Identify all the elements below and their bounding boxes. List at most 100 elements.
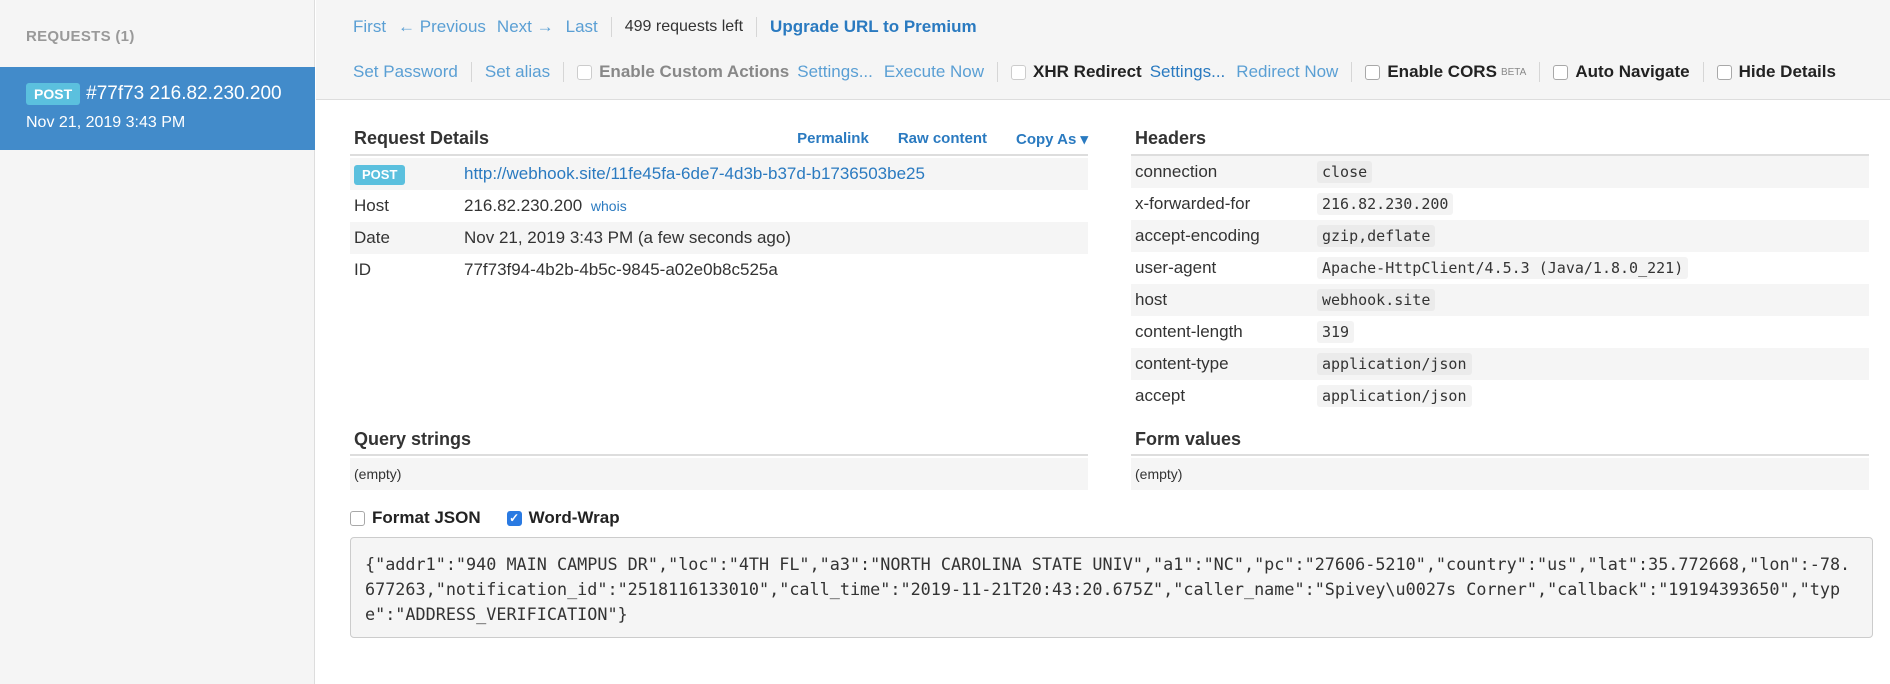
table-row: accept-encoding gzip,deflate	[1131, 220, 1869, 252]
request-actions: Permalink Raw content Copy As ▾	[768, 130, 1088, 148]
custom-actions-checkbox[interactable]	[577, 64, 593, 80]
date-label: Date	[354, 228, 390, 247]
cors-toggle[interactable]: Enable CORS BETA	[1365, 62, 1526, 82]
query-strings-title: Query strings	[354, 429, 472, 449]
table-row: host webhook.site	[1131, 284, 1869, 316]
header-key: user-agent	[1135, 258, 1217, 277]
header-key: accept	[1135, 386, 1186, 405]
id-value: 77f73f94-4b2b-4b5c-9845-a02e0b8c525a	[464, 260, 778, 279]
format-json-label: Format JSON	[372, 508, 481, 527]
header-value: application/json	[1317, 385, 1472, 407]
divider	[350, 454, 1088, 456]
request-details-table: POST http://webhook.site/11fe45fa-6de7-4…	[350, 158, 1088, 286]
header-key: x-forwarded-for	[1135, 194, 1251, 213]
custom-actions-settings-link[interactable]: Settings...	[797, 62, 873, 82]
word-wrap-toggle[interactable]: ✓ Word-Wrap	[506, 508, 620, 528]
hide-details-toggle[interactable]: Hide Details	[1716, 62, 1836, 82]
divider	[350, 154, 1088, 156]
query-strings-value: (empty)	[350, 458, 1088, 490]
request-body: {"addr1":"940 MAIN CAMPUS DR","loc":"4TH…	[350, 537, 1873, 638]
cors-label: Enable CORS	[1387, 62, 1497, 81]
header-key: host	[1135, 290, 1168, 309]
request-list-item[interactable]: POST #77f73 216.82.230.200 Nov 21, 2019 …	[0, 67, 315, 150]
request-details-title: Request Details	[354, 128, 490, 148]
word-wrap-checkbox[interactable]: ✓	[506, 510, 522, 526]
id-label: ID	[354, 260, 371, 279]
table-row: Host 216.82.230.200 whois	[350, 190, 1088, 222]
divider	[610, 17, 612, 37]
divider	[1539, 62, 1541, 82]
execute-now-link[interactable]: Execute Now	[884, 62, 984, 82]
table-row: POST http://webhook.site/11fe45fa-6de7-4…	[350, 158, 1088, 190]
next-link[interactable]: Next →	[497, 17, 554, 37]
format-options: Format JSON ✓ Word-Wrap	[350, 508, 646, 528]
last-link[interactable]: Last	[566, 17, 598, 37]
divider	[563, 62, 565, 82]
headers-table: connection close x-forwarded-for 216.82.…	[1131, 156, 1869, 412]
form-values-value: (empty)	[1131, 458, 1869, 490]
xhr-redirect-checkbox[interactable]	[1011, 64, 1027, 80]
copy-as-dropdown[interactable]: Copy As ▾	[1016, 130, 1088, 148]
beta-tag: BETA	[1500, 66, 1527, 78]
auto-navigate-label: Auto Navigate	[1575, 62, 1690, 81]
format-json-checkbox[interactable]	[350, 510, 365, 526]
table-row: ID 77f73f94-4b2b-4b5c-9845-a02e0b8c525a	[350, 254, 1088, 286]
hide-details-checkbox[interactable]	[1716, 64, 1732, 80]
header-value: close	[1317, 161, 1373, 183]
divider	[470, 62, 472, 82]
auto-navigate-toggle[interactable]: Auto Navigate	[1553, 62, 1690, 82]
request-date: Nov 21, 2019 3:43 PM	[26, 114, 186, 131]
header-value: application/json	[1317, 353, 1472, 375]
set-password-link[interactable]: Set Password	[353, 62, 458, 82]
header-value: 216.82.230.200	[1317, 193, 1454, 215]
table-row: content-length 319	[1131, 316, 1869, 348]
method-badge: POST	[26, 83, 81, 105]
table-row: accept application/json	[1131, 380, 1869, 412]
header-key: accept-encoding	[1135, 226, 1260, 245]
header-value: 319	[1317, 321, 1355, 343]
custom-actions-label: Enable Custom Actions	[599, 62, 790, 81]
whois-link[interactable]: whois	[591, 198, 627, 214]
requests-left: 499 requests left	[624, 18, 744, 35]
set-alias-link[interactable]: Set alias	[485, 62, 550, 82]
first-link[interactable]: First	[353, 17, 386, 37]
format-json-toggle[interactable]: Format JSON	[350, 508, 481, 528]
toolbar: First ← Previous Next → Last 499 request…	[316, 0, 1890, 100]
auto-navigate-checkbox[interactable]	[1553, 64, 1569, 80]
header-value: Apache-HttpClient/4.5.3 (Java/1.8.0_221)	[1317, 257, 1689, 279]
divider	[997, 62, 999, 82]
request-url-link[interactable]: http://webhook.site/11fe45fa-6de7-4d3b-b…	[464, 164, 925, 183]
table-row: user-agent Apache-HttpClient/4.5.3 (Java…	[1131, 252, 1869, 284]
xhr-settings-link[interactable]: Settings...	[1150, 62, 1226, 82]
header-key: connection	[1135, 162, 1218, 181]
redirect-now-link[interactable]: Redirect Now	[1236, 62, 1338, 82]
method-badge: POST	[354, 164, 406, 185]
raw-content-link[interactable]: Raw content	[898, 130, 987, 148]
table-row: content-type application/json	[1131, 348, 1869, 380]
previous-link[interactable]: ← Previous	[398, 17, 486, 37]
divider	[1702, 62, 1704, 82]
cors-checkbox[interactable]	[1365, 64, 1381, 80]
header-key: content-type	[1135, 354, 1229, 373]
request-title: #77f73 216.82.230.200	[86, 83, 282, 104]
upgrade-link[interactable]: Upgrade URL to Premium	[770, 17, 977, 37]
xhr-redirect-label: XHR Redirect	[1033, 62, 1142, 81]
xhr-redirect-toggle[interactable]: XHR Redirect	[1011, 62, 1142, 82]
requests-header: REQUESTS (1)	[26, 28, 135, 45]
form-values-title: Form values	[1135, 429, 1242, 449]
table-row: Date Nov 21, 2019 3:43 PM (a few seconds…	[350, 222, 1088, 254]
divider	[1351, 62, 1353, 82]
word-wrap-label: Word-Wrap	[528, 508, 620, 527]
sidebar: REQUESTS (1) POST #77f73 216.82.230.200 …	[0, 0, 315, 684]
custom-actions-toggle[interactable]: Enable Custom Actions	[577, 62, 789, 82]
permalink-link[interactable]: Permalink	[797, 130, 869, 148]
hide-details-label: Hide Details	[1738, 62, 1836, 81]
divider	[1131, 454, 1869, 456]
table-row: connection close	[1131, 156, 1869, 188]
headers-title: Headers	[1135, 128, 1207, 148]
date-value: Nov 21, 2019 3:43 PM (a few seconds ago)	[464, 228, 791, 247]
header-value: webhook.site	[1317, 289, 1436, 311]
host-value: 216.82.230.200	[464, 196, 583, 215]
divider	[756, 17, 758, 37]
table-row: x-forwarded-for 216.82.230.200	[1131, 188, 1869, 220]
